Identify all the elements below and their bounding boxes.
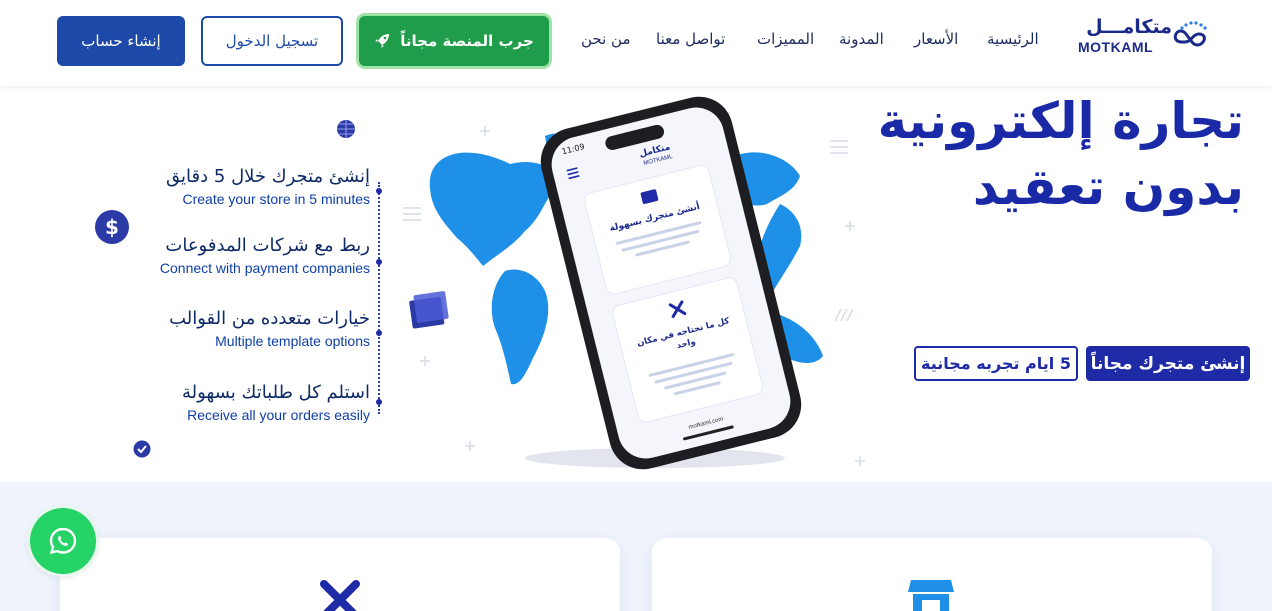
tools-icon — [320, 580, 360, 611]
nav-about[interactable]: من نحن — [581, 30, 631, 48]
feature-title: استلم كل طلباتك بسهولة — [182, 382, 370, 403]
timeline-dot — [376, 399, 382, 405]
check-icon — [133, 440, 151, 458]
svg-text:$: $ — [105, 215, 119, 239]
login-button[interactable]: تسجيل الدخول — [201, 16, 343, 66]
headline-line-1: تجارة إلكترونية — [877, 92, 1244, 150]
brand-logo[interactable]: متكامـــل MOTKAML — [1076, 16, 1212, 56]
nav-pricing[interactable]: الأسعار — [914, 30, 958, 48]
feature-timeline — [378, 182, 380, 414]
timeline-dot — [376, 330, 382, 336]
try-free-button[interactable]: جرب المنصة مجاناً — [359, 16, 549, 66]
logo-english: MOTKAML — [1078, 39, 1154, 55]
dollar-icon: $ — [95, 210, 129, 244]
feature-card-tools — [60, 538, 620, 611]
whatsapp-chat-button[interactable] — [30, 508, 96, 574]
templates-icon — [409, 291, 449, 329]
feature-title: ربط مع شركات المدفوعات — [165, 235, 370, 256]
nav-blog[interactable]: المدونة — [839, 30, 884, 48]
timeline-dot — [376, 259, 382, 265]
try-free-label: جرب المنصة مجاناً — [400, 32, 534, 50]
feature-item: ربط مع شركات المدفوعات Connect with paym… — [160, 235, 370, 276]
nav-home[interactable]: الرئيسية — [987, 30, 1039, 48]
globe-icon — [337, 120, 355, 138]
site-header: متكامـــل MOTKAML الرئيسية الأسعار المدو… — [0, 0, 1272, 86]
logo-arabic: متكامـــل — [1086, 16, 1172, 38]
feature-card-store — [652, 538, 1212, 611]
whatsapp-icon — [49, 527, 77, 555]
feature-title: خيارات متعدده من القوالب — [169, 308, 370, 329]
timeline-dot — [376, 188, 382, 194]
nav-contact[interactable]: تواصل معنا — [656, 30, 725, 48]
free-trial-button[interactable]: 5 ايام تجربه مجانية — [914, 346, 1078, 381]
signup-button[interactable]: إنشاء حساب — [57, 16, 185, 66]
hero-headline: تجارة إلكترونية بدون تعقيد — [878, 88, 1244, 220]
infinity-logo-icon — [1173, 21, 1207, 47]
feature-item: إنشئ متجرك خلال 5 دقايق Create your stor… — [166, 166, 370, 207]
feature-subtitle: Create your store in 5 minutes — [182, 191, 370, 207]
feature-subtitle: Multiple template options — [215, 333, 370, 349]
store-icon — [908, 580, 954, 611]
rocket-icon — [375, 34, 390, 48]
nav-features[interactable]: المميزات — [757, 30, 814, 48]
headline-line-2: بدون تعقيد — [972, 158, 1244, 216]
feature-item: خيارات متعدده من القوالب Multiple templa… — [169, 308, 370, 349]
create-store-button[interactable]: إنشئ متجرك مجاناً — [1086, 346, 1250, 381]
feature-subtitle: Connect with payment companies — [159, 260, 370, 276]
feature-subtitle: Receive all your orders easily — [187, 407, 370, 423]
feature-title: إنشئ متجرك خلال 5 دقايق — [166, 166, 370, 187]
hero-illustration: 11:09 متكامل MOTKAML أنشئ متجرك بسهولة ك… — [403, 96, 865, 470]
phone-mockup: 11:09 متكامل MOTKAML أنشئ متجرك بسهولة ك… — [540, 96, 802, 470]
feature-item: استلم كل طلباتك بسهولة Receive all your … — [182, 382, 370, 423]
